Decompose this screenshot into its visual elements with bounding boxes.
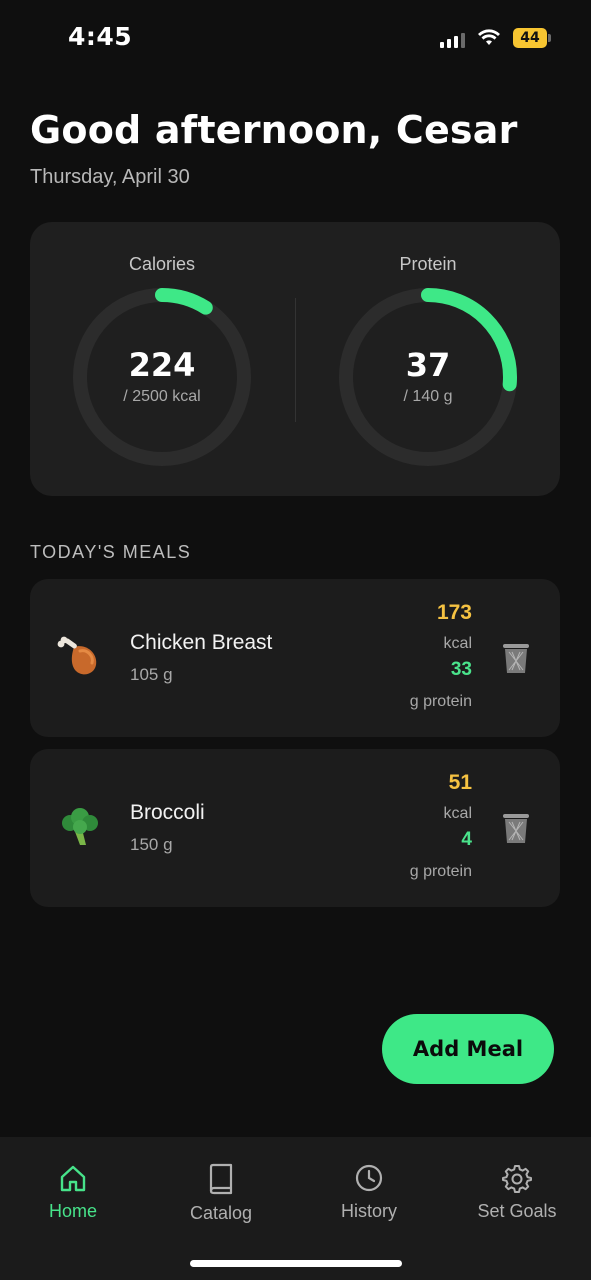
clock-icon	[355, 1164, 383, 1192]
protein-ring: Protein 37 / 140 g	[328, 254, 528, 470]
protein-target: / 140 g	[403, 388, 453, 405]
calories-value: 224	[128, 346, 196, 384]
nav-item-set-goals[interactable]: Set Goals	[457, 1163, 577, 1222]
calories-target: / 2500 kcal	[123, 388, 201, 405]
battery-icon: 44	[513, 28, 551, 48]
trash-icon[interactable]	[500, 811, 532, 845]
wifi-icon	[478, 29, 500, 45]
protein-value: 37	[405, 346, 451, 384]
meal-kcal-value: 51	[448, 771, 472, 794]
protein-center: 37 / 140 g	[328, 346, 528, 406]
nav-label-home: Home	[48, 1201, 97, 1221]
meal-name: Broccoli	[130, 801, 205, 824]
protein-label: Protein	[399, 254, 457, 274]
nav-label-catalog: Catalog	[189, 1203, 253, 1223]
date-label: Thursday, April 30	[30, 166, 190, 188]
meal-card[interactable]: Broccoli 150 g 51 kcal 4 g protein	[30, 749, 560, 907]
meal-stats: 173 kcal 33 g protein	[410, 601, 472, 717]
calories-center: 224 / 2500 kcal	[62, 346, 262, 406]
meal-stats: 51 kcal 4 g protein	[410, 771, 472, 887]
bottom-nav: Home Catalog History Set Goals	[0, 1137, 591, 1280]
status-bar: 4:45 44	[0, 0, 591, 80]
meal-kcal-value: 173	[436, 601, 472, 624]
nav-label-set-goals: Set Goals	[477, 1201, 557, 1221]
meal-kcal-unit: kcal	[443, 805, 472, 822]
home-indicator	[190, 1260, 402, 1267]
meal-kcal-unit: kcal	[443, 635, 472, 652]
status-time: 4:45	[68, 22, 133, 51]
broccoli-icon	[56, 803, 104, 851]
todays-meals-heading: TODAY'S MEALS	[30, 542, 192, 562]
meal-protein-unit: g protein	[409, 863, 472, 880]
meal-name: Chicken Breast	[130, 631, 273, 654]
nav-item-history[interactable]: History	[309, 1163, 429, 1222]
meal-protein-value: 4	[461, 829, 472, 850]
meal-protein-unit: g protein	[409, 693, 472, 710]
meal-weight: 150 g	[130, 835, 173, 854]
summary-divider	[295, 298, 296, 422]
chicken-leg-icon	[56, 633, 104, 681]
status-icons: 44	[440, 28, 551, 48]
trash-icon[interactable]	[500, 641, 532, 675]
meal-card[interactable]: Chicken Breast 105 g 173 kcal 33 g prote…	[30, 579, 560, 737]
calories-ring: Calories 224 / 2500 kcal	[62, 254, 262, 470]
nav-item-home[interactable]: Home	[13, 1163, 133, 1222]
nav-item-catalog[interactable]: Catalog	[161, 1163, 281, 1224]
add-meal-button[interactable]: Add Meal	[382, 1014, 554, 1084]
gear-icon	[502, 1165, 532, 1193]
book-icon	[209, 1163, 233, 1195]
greeting-title: Good afternoon, Cesar	[30, 108, 518, 152]
nav-label-history: History	[340, 1201, 397, 1221]
meal-protein-value: 33	[450, 659, 472, 680]
daily-summary-card: Calories 224 / 2500 kcal Protein 37 / 14…	[30, 222, 560, 496]
cellular-signal-icon	[440, 28, 465, 48]
home-icon	[60, 1165, 86, 1192]
calories-label: Calories	[128, 254, 196, 274]
battery-level: 44	[513, 28, 547, 48]
meal-weight: 105 g	[130, 665, 173, 684]
